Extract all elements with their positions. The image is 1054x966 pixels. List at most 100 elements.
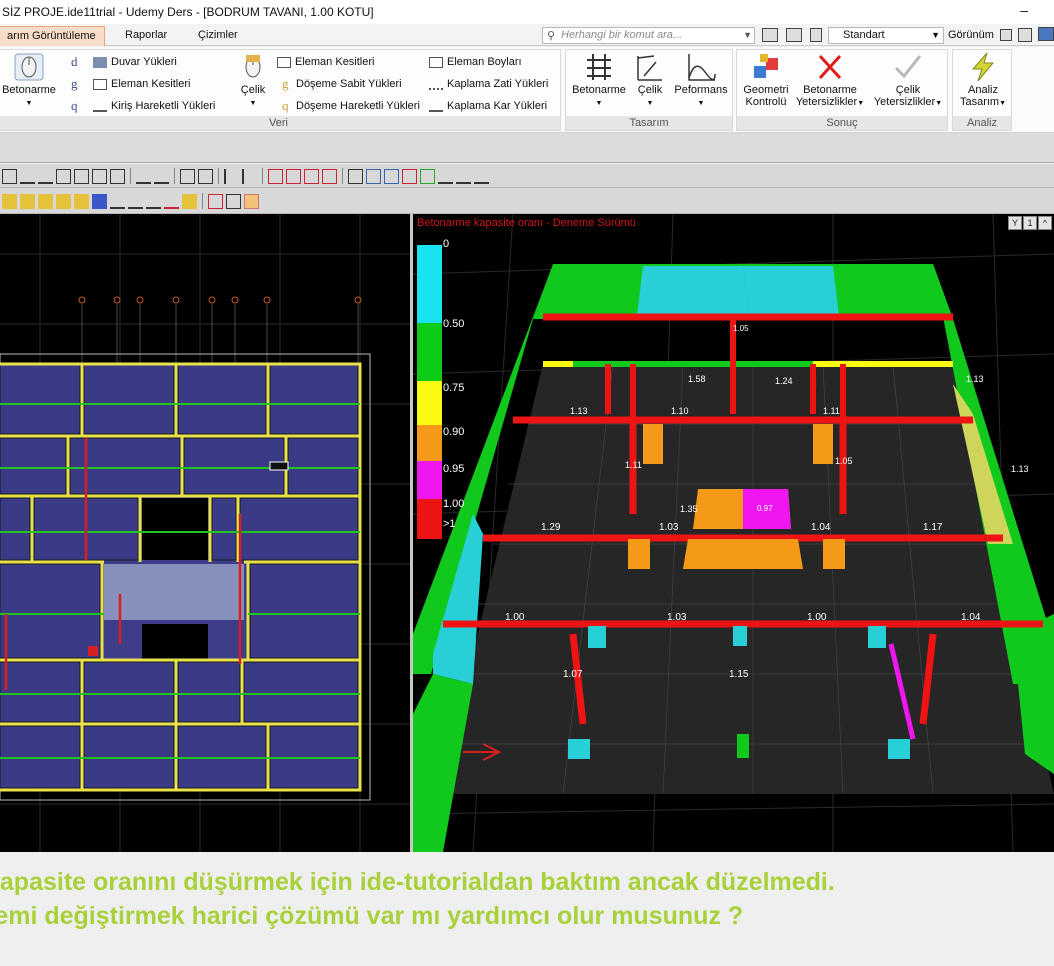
standard-select[interactable]: Standart ▼ bbox=[828, 27, 944, 44]
capacity-legend bbox=[417, 245, 442, 539]
beam-value: 1.05 bbox=[733, 324, 749, 333]
tool-icon[interactable] bbox=[164, 194, 179, 209]
stack-icon[interactable] bbox=[786, 28, 802, 42]
tool-icon[interactable] bbox=[20, 193, 35, 209]
betonarme-yet-line1: Betonarme bbox=[803, 84, 857, 96]
tool-icon[interactable] bbox=[420, 168, 435, 184]
mouse-icon bbox=[14, 53, 44, 81]
tool-icon[interactable] bbox=[438, 169, 453, 184]
doseme-sabit-yukleri-button[interactable]: Döşeme Sabit Yükleri bbox=[296, 78, 402, 90]
tool-icon[interactable] bbox=[198, 168, 213, 184]
tool-icon[interactable] bbox=[348, 168, 363, 184]
tab-sonuc-goruntuleme[interactable]: arım Görüntüleme bbox=[0, 26, 105, 46]
tool-icon[interactable] bbox=[224, 168, 239, 184]
tool-icon[interactable] bbox=[226, 193, 241, 209]
ribbon-tabs: arım Görüntüleme Raporlar Çizimler ⚲ Her… bbox=[0, 24, 1054, 46]
tool-icon[interactable] bbox=[474, 169, 489, 184]
ribbon: Betonarme ▼ d g q Duvar Yükleri Eleman K… bbox=[0, 47, 1054, 133]
letter-g: g bbox=[71, 76, 78, 91]
filter-button[interactable]: Y bbox=[1008, 216, 1022, 230]
tool-icon[interactable] bbox=[128, 194, 143, 209]
kiris-hareketli-yukleri-button[interactable]: Kiriş Hareketli Yükleri bbox=[93, 100, 215, 112]
tool-icon[interactable] bbox=[92, 168, 107, 184]
kaplama-kar-yukleri-button[interactable]: Kaplama Kar Yükleri bbox=[429, 100, 547, 112]
tool-icon[interactable] bbox=[74, 168, 89, 184]
tab-cizimler[interactable]: Çizimler bbox=[190, 26, 246, 46]
one-view-button[interactable]: 1 bbox=[1023, 216, 1037, 230]
eleman-kesitleri-button[interactable]: Eleman Kesitleri bbox=[93, 78, 190, 90]
geometri-kontrolu-button[interactable]: Geometri Kontrolü bbox=[739, 52, 793, 108]
chevron-down-icon: ▼ bbox=[646, 100, 654, 107]
viewport-title: Betonarme kapasite oranı - Deneme Sürümü bbox=[417, 217, 636, 229]
doseme-hareketli-yukleri-button[interactable]: Döşeme Hareketli Yükleri bbox=[296, 100, 420, 112]
betonarme-data-button[interactable]: Betonarme ▼ bbox=[1, 52, 57, 110]
tool-icon[interactable] bbox=[110, 168, 125, 184]
tool-icon[interactable] bbox=[366, 168, 381, 184]
legend-swatch-cyan bbox=[417, 245, 442, 323]
tool-icon[interactable] bbox=[244, 193, 259, 209]
eleman-boylari-button[interactable]: Eleman Boyları bbox=[429, 56, 522, 68]
tasarim-performans-button[interactable]: Peformans ▼ bbox=[670, 52, 732, 110]
tool-icon[interactable] bbox=[2, 168, 17, 184]
kiris-hareketli-yukleri-label: Kiriş Hareketli Yükleri bbox=[111, 100, 216, 112]
tool-icon[interactable] bbox=[208, 193, 223, 209]
layers-icon[interactable] bbox=[762, 28, 778, 42]
eleman-kesitleri-celik-button[interactable]: Eleman Kesitleri bbox=[277, 56, 374, 68]
analiz-tasarim-button[interactable]: Analiz Tasarım▼ bbox=[955, 52, 1011, 110]
tool-icon[interactable] bbox=[38, 193, 53, 209]
tool-icon[interactable] bbox=[154, 169, 169, 184]
red-x-icon bbox=[818, 54, 842, 80]
tool-icon[interactable] bbox=[402, 168, 417, 184]
tool-icon[interactable] bbox=[242, 168, 257, 184]
command-search-placeholder: Herhangi bir komut ara... bbox=[561, 29, 683, 41]
maximize-button[interactable]: ^ bbox=[1038, 216, 1052, 230]
celik-data-button[interactable]: Çelik ▼ bbox=[233, 52, 273, 110]
plan-viewport[interactable] bbox=[0, 214, 410, 852]
beam-value: 1.15 bbox=[729, 669, 749, 680]
dropdown-icon[interactable] bbox=[1000, 29, 1012, 41]
chevron-down-icon: ▼ bbox=[595, 100, 603, 107]
tasarim-betonarme-button[interactable]: Betonarme ▼ bbox=[570, 52, 628, 110]
tool-icon[interactable] bbox=[322, 168, 337, 184]
betonarme-yetersizlikler-button[interactable]: Betonarme Yetersizlikler▼ bbox=[793, 52, 867, 110]
eleman-kesitleri-celik-label: Eleman Kesitleri bbox=[295, 56, 375, 68]
view-menu[interactable]: Görünüm bbox=[948, 29, 994, 41]
tool-icon[interactable] bbox=[56, 193, 71, 209]
tool-icon[interactable] bbox=[268, 168, 283, 184]
toolbar-separator bbox=[130, 168, 131, 184]
tool-icon[interactable] bbox=[38, 169, 53, 184]
tasarim-celik-button[interactable]: Çelik ▼ bbox=[630, 52, 670, 110]
checkbox-icon[interactable] bbox=[810, 28, 822, 42]
tool-icon[interactable] bbox=[384, 168, 399, 184]
beam-value: 1.35 bbox=[680, 504, 698, 514]
command-search-input[interactable]: ⚲ Herhangi bir komut ara... ▼ bbox=[542, 27, 755, 44]
tool-icon[interactable] bbox=[146, 194, 161, 209]
tool-icon[interactable] bbox=[304, 168, 319, 184]
tool-icon[interactable] bbox=[180, 168, 195, 184]
mouse-icon bbox=[245, 55, 261, 78]
print-icon[interactable] bbox=[1018, 28, 1032, 42]
tool-icon[interactable] bbox=[92, 193, 107, 209]
3d-viewport[interactable]: Betonarme kapasite oranı - Deneme Sürümü… bbox=[413, 214, 1054, 852]
tool-icon[interactable] bbox=[286, 168, 301, 184]
duvar-yukleri-button[interactable]: Duvar Yükleri bbox=[93, 56, 177, 68]
toolbar-tools-1 bbox=[0, 165, 489, 187]
tool-icon[interactable] bbox=[136, 169, 151, 184]
beam-value: 1.13 bbox=[966, 374, 984, 384]
tool-icon[interactable] bbox=[20, 169, 35, 184]
length-icon bbox=[429, 56, 443, 68]
tool-icon[interactable] bbox=[74, 193, 89, 209]
tool-icon[interactable] bbox=[2, 193, 17, 209]
tool-icon[interactable] bbox=[110, 194, 125, 209]
grid-frame-icon bbox=[587, 54, 611, 80]
kaplama-zati-yukleri-button[interactable]: Kaplama Zati Yükleri bbox=[429, 78, 548, 90]
tool-icon[interactable] bbox=[56, 168, 71, 184]
tool-icon[interactable] bbox=[456, 169, 471, 184]
help-icon[interactable] bbox=[1038, 27, 1054, 41]
tool-icon[interactable] bbox=[182, 193, 197, 209]
group-veri-label: Veri bbox=[0, 116, 560, 130]
celik-yetersizlikler-button[interactable]: Çelik Yetersizlikler▼ bbox=[869, 52, 947, 110]
minimize-button[interactable]: – bbox=[1020, 2, 1028, 18]
chevron-down-icon[interactable]: ▼ bbox=[743, 28, 752, 43]
tab-raporlar[interactable]: Raporlar bbox=[117, 26, 175, 46]
